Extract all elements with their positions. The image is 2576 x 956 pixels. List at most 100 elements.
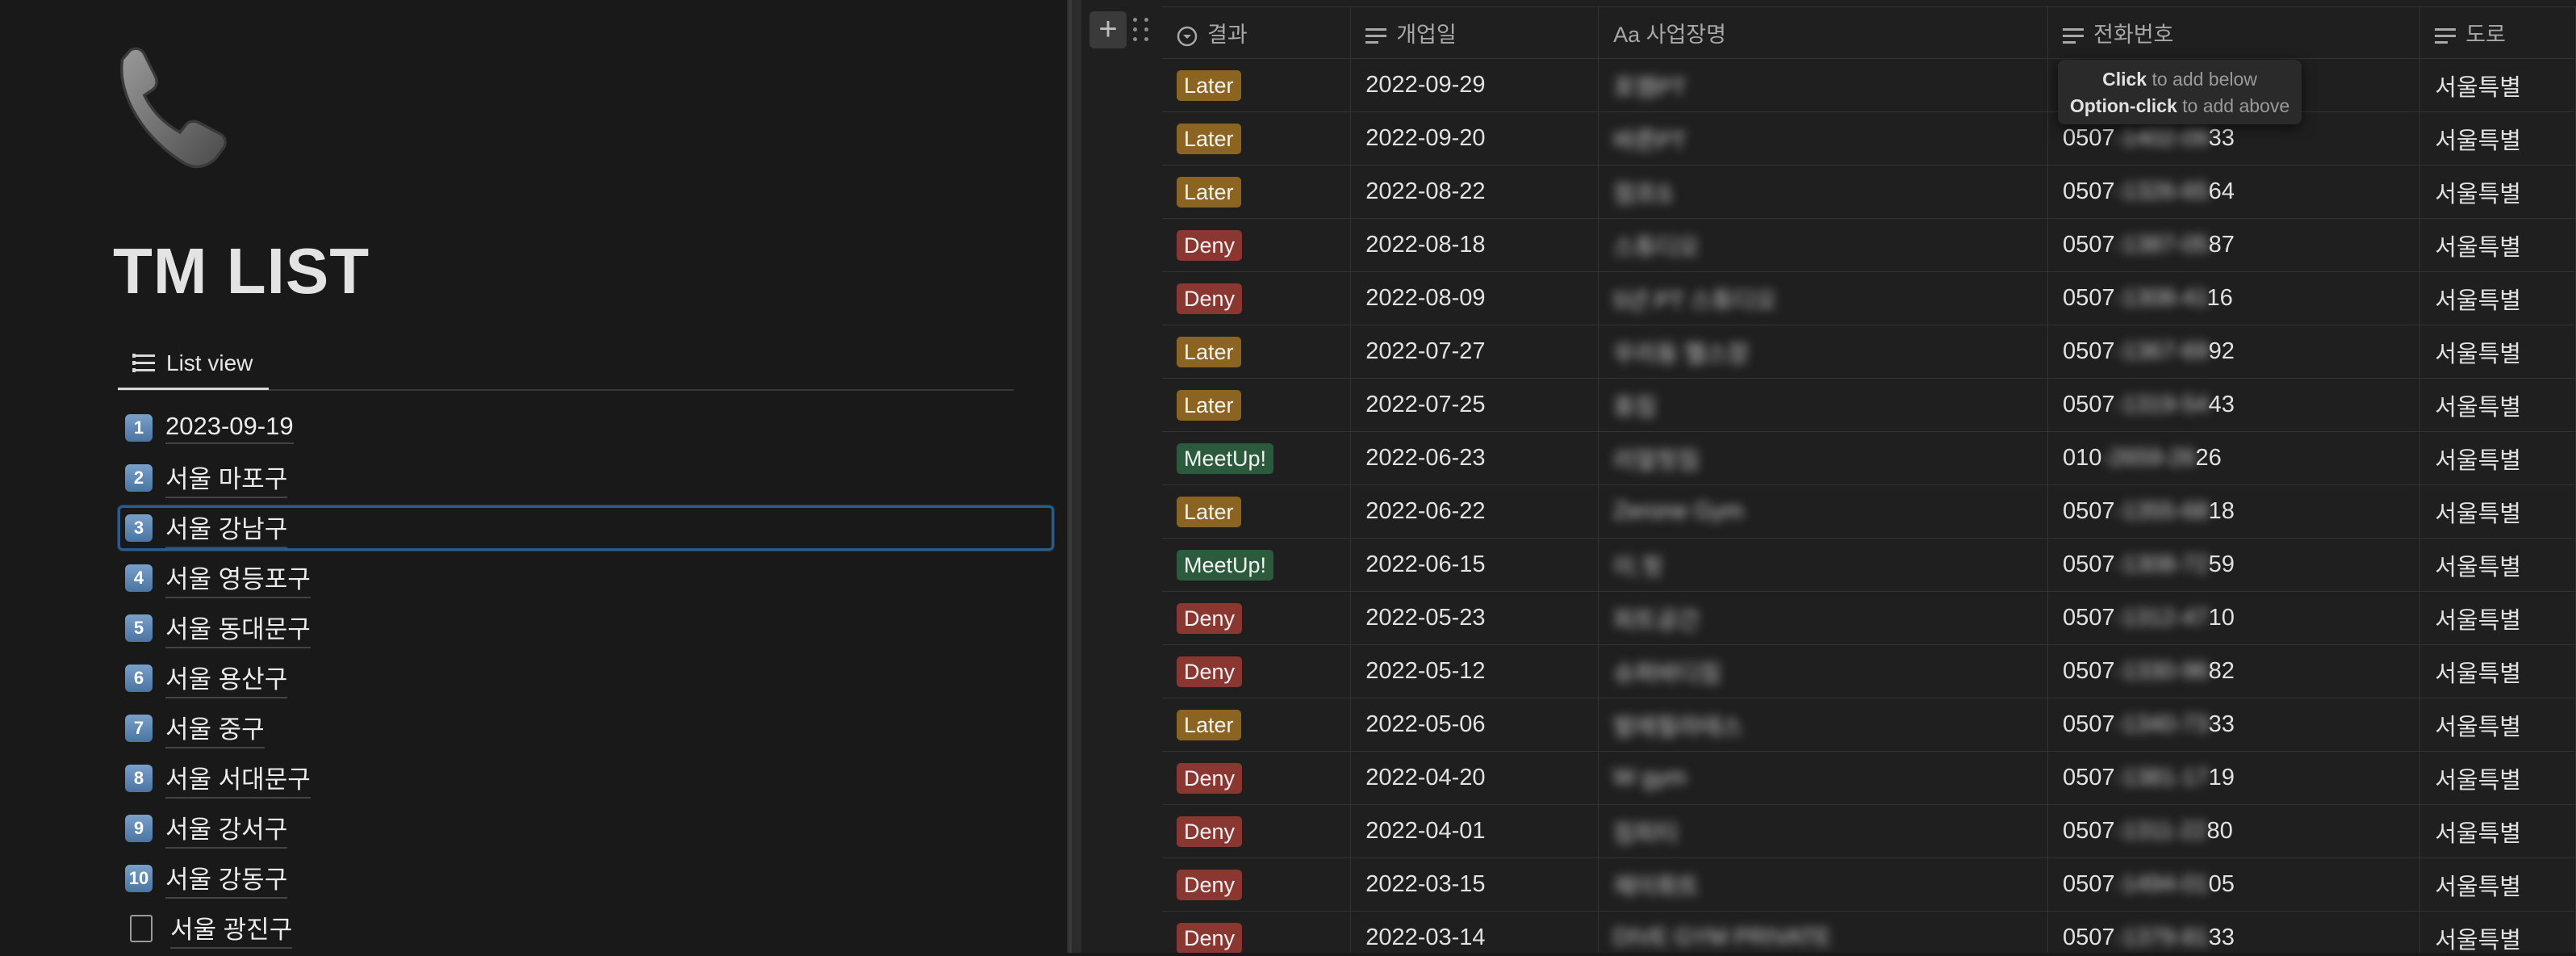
cell-open-date[interactable]: 2022-08-22 (1350, 165, 1600, 219)
table-row[interactable]: Deny 2022-05-12 슈퍼바디짐 0507-1330-9682 서울특별 (1162, 644, 2576, 698)
cell-phone[interactable]: 0507-1340-7333 (2047, 698, 2421, 752)
cell-address[interactable]: 서울특별 (2419, 698, 2576, 752)
cell-status[interactable]: MeetUp! (1162, 431, 1352, 485)
column-header-phone[interactable]: 전화번호 (2047, 6, 2421, 59)
list-item[interactable]: 6 서울 용산구 (118, 656, 1054, 701)
cell-phone[interactable]: 0507-1330-9682 (2047, 644, 2421, 698)
cell-status[interactable]: Deny (1162, 218, 1352, 272)
cell-status[interactable]: Later (1162, 111, 1352, 166)
cell-open-date[interactable]: 2022-07-27 (1350, 325, 1600, 379)
cell-open-date[interactable]: 2022-03-15 (1350, 857, 1600, 912)
cell-status[interactable]: Deny (1162, 857, 1352, 912)
table-row[interactable]: Deny 2022-03-14 DIVE GYM PRIVATE 0507-1379-… (1162, 911, 2576, 953)
cell-status[interactable]: Deny (1162, 271, 1352, 325)
column-header-status[interactable]: 결과 (1162, 6, 1352, 59)
table-row[interactable]: Later2022-09-29포엠PT0507-1464-3430서울특별 (1162, 58, 2576, 112)
table-row[interactable]: Deny 2022-08-18 스튜디오 0507-1387-0587 서울특별 (1162, 218, 2576, 272)
table-row[interactable]: Deny 2022-03-15 재이휘트 0507-1494-0105 서울특별 (1162, 857, 2576, 912)
cell-business-name[interactable]: 포엠PT (1598, 58, 2049, 112)
cell-address[interactable]: 서울특별 (2419, 58, 2576, 112)
cell-open-date[interactable]: 2022-06-22 (1350, 484, 1600, 539)
cell-open-date[interactable]: 2022-03-14 (1350, 911, 1600, 953)
table-row[interactable]: Deny 2022-04-01 짐피티 0507-1311-2280 서울특별 (1162, 804, 2576, 858)
cell-status[interactable]: Later (1162, 58, 1352, 112)
list-item[interactable]: 9 서울 강서구 (118, 806, 1054, 851)
cell-address[interactable]: 서울특별 (2419, 804, 2576, 858)
table-row[interactable]: Later 2022-07-27 우리동 헬스장 0507-1367-6992 서울특별 (1162, 325, 2576, 379)
cell-status[interactable]: Later (1162, 484, 1352, 539)
cell-phone[interactable]: 0507-1494-0105 (2047, 857, 2421, 912)
table-row[interactable]: Deny 2022-08-09 5년 PT 스튜디오 0507-1308-4116 서울… (1162, 271, 2576, 325)
cell-open-date[interactable]: 2022-09-29 (1350, 58, 1600, 112)
cell-phone[interactable]: 0507-1387-0587 (2047, 218, 2421, 272)
cell-business-name[interactable]: DIVE GYM PRIVATE (1598, 911, 2049, 953)
list-item[interactable]: 서울 광진구 (118, 906, 1054, 951)
column-header-open-date[interactable]: 개업일 (1350, 6, 1600, 59)
cell-business-name[interactable]: 5년 PT 스튜디오 (1598, 271, 2049, 325)
cell-address[interactable]: 서울특별 (2419, 218, 2576, 272)
cell-business-name[interactable]: 점프S (1598, 165, 2049, 219)
cell-address[interactable]: 서울특별 (2419, 378, 2576, 432)
cell-phone[interactable]: 0507-1379-8133 (2047, 911, 2421, 953)
cell-open-date[interactable]: 2022-04-20 (1350, 751, 1600, 805)
list-item[interactable]: 1 2023-09-19 (118, 405, 1054, 451)
cell-address[interactable]: 서울특별 (2419, 325, 2576, 379)
telephone-icon[interactable] (111, 40, 249, 178)
cell-status[interactable]: Later (1162, 698, 1352, 752)
cell-open-date[interactable]: 2022-04-01 (1350, 804, 1600, 858)
cell-address[interactable]: 서울특별 (2419, 431, 2576, 485)
list-item[interactable]: 7 서울 중구 (118, 706, 1054, 751)
cell-address[interactable]: 서울특별 (2419, 857, 2576, 912)
cell-phone[interactable]: 010-2659-2626 (2047, 431, 2421, 485)
cell-phone[interactable]: 0507-1319-5443 (2047, 378, 2421, 432)
cell-address[interactable]: 서울특별 (2419, 751, 2576, 805)
cell-address[interactable]: 서울특별 (2419, 644, 2576, 698)
cell-business-name[interactable]: 재이휘트 (1598, 857, 2049, 912)
cell-business-name[interactable]: W gym (1598, 751, 2049, 805)
cell-status[interactable]: Deny (1162, 644, 1352, 698)
cell-address[interactable]: 서울특별 (2419, 591, 2576, 645)
cell-phone[interactable]: 0507-1308-7259 (2047, 538, 2421, 592)
cell-business-name[interactable]: 우리동 헬스장 (1598, 325, 2049, 379)
panel-divider[interactable] (1067, 0, 1081, 953)
cell-phone[interactable]: 0507-1326-6564 (2047, 165, 2421, 219)
table-row[interactable]: Later 2022-07-25 휴짐 0507-1319-5443 서울특별 (1162, 378, 2576, 432)
cell-status[interactable]: Deny (1162, 804, 1352, 858)
cell-open-date[interactable]: 2022-08-18 (1350, 218, 1600, 272)
cell-business-name[interactable]: 스튜디오 (1598, 218, 2049, 272)
cell-open-date[interactable]: 2022-05-06 (1350, 698, 1600, 752)
cell-business-name[interactable]: 휴짐 (1598, 378, 2049, 432)
table-row[interactable]: Later 2022-08-22 점프S 0507-1326-6564 서울특별 (1162, 165, 2576, 219)
cell-open-date[interactable]: 2022-08-09 (1350, 271, 1600, 325)
cell-address[interactable]: 서울특별 (2419, 111, 2576, 166)
cell-status[interactable]: Later (1162, 165, 1352, 219)
cell-status[interactable]: Deny (1162, 591, 1352, 645)
cell-address[interactable]: 서울특별 (2419, 911, 2576, 953)
tab-list-view[interactable]: List view (118, 339, 270, 390)
cell-open-date[interactable]: 2022-06-23 (1350, 431, 1600, 485)
list-item[interactable]: 10 서울 강동구 (118, 856, 1054, 901)
cell-address[interactable]: 서울특별 (2419, 538, 2576, 592)
cell-open-date[interactable]: 2022-05-12 (1350, 644, 1600, 698)
column-header-address[interactable]: 도로 (2419, 6, 2576, 59)
cell-status[interactable]: Deny (1162, 751, 1352, 805)
list-item[interactable]: 3 서울 강남구 (118, 505, 1054, 551)
cell-status[interactable]: Later (1162, 325, 1352, 379)
list-item[interactable]: 5 서울 동대문구 (118, 606, 1054, 651)
cell-business-name[interactable]: 이.핏 (1598, 538, 2049, 592)
cell-business-name[interactable]: 짐피티 (1598, 804, 2049, 858)
cell-open-date[interactable]: 2022-05-23 (1350, 591, 1600, 645)
table-row[interactable]: Later 2022-09-20 바른PT 0507-1402-0933 서울특별 (1162, 111, 2576, 166)
cell-phone[interactable]: 0507-1312-4710 (2047, 591, 2421, 645)
drag-handle-icon[interactable] (1133, 18, 1149, 44)
cell-address[interactable]: 서울특별 (2419, 165, 2576, 219)
table-row[interactable]: Later 2022-05-06 발레필라테스 0507-1340-7333 서울특별 (1162, 698, 2576, 752)
cell-business-name[interactable]: 리얼핏짐 (1598, 431, 2049, 485)
cell-status[interactable]: MeetUp! (1162, 538, 1352, 592)
table-row[interactable]: Deny 2022-05-23 피트공간 0507-1312-4710 서울특별 (1162, 591, 2576, 645)
list-item[interactable]: 4 서울 영등포구 (118, 556, 1054, 601)
table-row[interactable]: MeetUp! 2022-06-23 리얼핏짐 010-2659-2626 서울특별 (1162, 431, 2576, 485)
cell-open-date[interactable]: 2022-06-15 (1350, 538, 1600, 592)
table-row[interactable]: MeetUp! 2022-06-15 이.핏 0507-1308-7259 서울특별 (1162, 538, 2576, 592)
cell-business-name[interactable]: 슈퍼바디짐 (1598, 644, 2049, 698)
